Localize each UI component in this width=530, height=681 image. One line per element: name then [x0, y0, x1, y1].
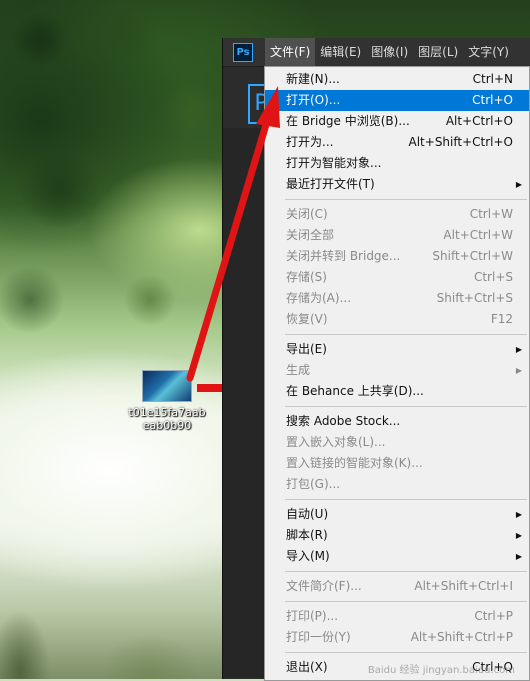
menu-item-label: 存储为(A)... — [286, 291, 352, 305]
tool-panel — [223, 128, 267, 678]
menu-item-browse-in-bridge[interactable]: 在 Bridge 中浏览(B)... Alt+Ctrl+O — [265, 111, 529, 132]
watermark-text: Baidu 经验 jingyan.baidu.com — [367, 665, 515, 676]
menu-item-label: 打开为... — [286, 135, 334, 149]
menu-item-new[interactable]: 新建(N)... Ctrl+N — [265, 69, 529, 90]
image-thumbnail-icon — [142, 370, 192, 402]
menu-item-print: 打印(P)... Ctrl+P — [265, 606, 529, 627]
submenu-arrow-icon: ▶ — [515, 510, 522, 519]
menu-item-open[interactable]: 打开(O)... Ctrl+O — [265, 90, 529, 111]
menu-item-automate[interactable]: 自动(U) ▶ — [265, 504, 529, 525]
menu-item-shortcut: Ctrl+P — [474, 609, 513, 623]
menu-item-shortcut: Alt+Shift+Ctrl+I — [414, 579, 513, 593]
desktop-file-icon[interactable]: t01e15fa7aabeab0b90 — [128, 370, 206, 432]
wallpaper-grass — [0, 590, 225, 679]
menu-item-close: 关闭(C) Ctrl+W — [265, 204, 529, 225]
menu-item-label: 关闭(C) — [286, 207, 328, 221]
menu-item-save-as: 存储为(A)... Shift+Ctrl+S — [265, 288, 529, 309]
menu-item-open-as-smart-object[interactable]: 打开为智能对象... — [265, 153, 529, 174]
menu-item-label: 导出(E) — [286, 342, 327, 356]
menu-item-shortcut: Alt+Ctrl+O — [445, 114, 513, 128]
menu-separator — [285, 334, 527, 335]
menu-item-shortcut: Alt+Shift+Ctrl+P — [410, 630, 513, 644]
menu-type[interactable]: 文字(Y) — [463, 38, 514, 66]
menu-separator — [285, 571, 527, 572]
menu-item-label: 导入(M) — [286, 549, 330, 563]
menu-item-label: 脚本(R) — [286, 528, 328, 542]
menu-item-label: 打印(P)... — [286, 609, 339, 623]
menu-bar: Ps 文件(F) 编辑(E) 图像(I) 图层(L) 文字(Y) — [223, 38, 530, 67]
menu-item-close-and-go-to-bridge: 关闭并转到 Bridge... Shift+Ctrl+W — [265, 246, 529, 267]
menu-item-label: 恢复(V) — [286, 312, 328, 326]
menu-item-shortcut: Alt+Shift+Ctrl+O — [408, 135, 513, 149]
menu-item-import[interactable]: 导入(M) ▶ — [265, 546, 529, 567]
submenu-arrow-icon: ▶ — [515, 531, 522, 540]
menu-separator — [285, 652, 527, 653]
menu-separator — [285, 199, 527, 200]
menu-item-label: 文件简介(F)... — [286, 579, 362, 593]
menu-item-scripts[interactable]: 脚本(R) ▶ — [265, 525, 529, 546]
menu-item-label: 关闭并转到 Bridge... — [286, 249, 401, 263]
menu-item-label: 在 Bridge 中浏览(B)... — [286, 114, 410, 128]
menu-item-recent-files[interactable]: 最近打开文件(T) ▶ — [265, 174, 529, 195]
menu-item-label: 打包(G)... — [286, 477, 341, 491]
menu-item-open-as[interactable]: 打开为... Alt+Shift+Ctrl+O — [265, 132, 529, 153]
menu-item-export[interactable]: 导出(E) ▶ — [265, 339, 529, 360]
desktop-file-label: t01e15fa7aabeab0b90 — [128, 406, 206, 432]
menu-item-shortcut: Ctrl+W — [469, 207, 513, 221]
menu-item-label: 置入嵌入对象(L)... — [286, 435, 386, 449]
menu-file[interactable]: 文件(F) — [265, 38, 316, 66]
photoshop-logo-icon: Ps — [233, 43, 253, 62]
menu-item-file-info: 文件简介(F)... Alt+Shift+Ctrl+I — [265, 576, 529, 597]
submenu-arrow-icon: ▶ — [515, 180, 522, 189]
menu-separator — [285, 406, 527, 407]
menu-item-label: 在 Behance 上共享(D)... — [286, 384, 424, 398]
menu-item-shortcut: Shift+Ctrl+S — [436, 291, 513, 305]
submenu-arrow-icon: ▶ — [515, 552, 522, 561]
menu-item-print-one-copy: 打印一份(Y) Alt+Shift+Ctrl+P — [265, 627, 529, 648]
menu-item-generate: 生成 ▶ — [265, 360, 529, 381]
menu-layer[interactable]: 图层(L) — [413, 38, 463, 66]
menu-item-revert: 恢复(V) F12 — [265, 309, 529, 330]
menu-item-close-all: 关闭全部 Alt+Ctrl+W — [265, 225, 529, 246]
menu-item-share-on-behance[interactable]: 在 Behance 上共享(D)... — [265, 381, 529, 402]
menu-separator — [285, 499, 527, 500]
menu-item-label: 打开为智能对象... — [286, 156, 382, 170]
submenu-arrow-icon: ▶ — [515, 345, 522, 354]
menu-item-save: 存储(S) Ctrl+S — [265, 267, 529, 288]
menu-image[interactable]: 图像(I) — [366, 38, 413, 66]
menu-item-label: 打开(O)... — [286, 93, 341, 107]
menu-item-label: 退出(X) — [286, 660, 328, 674]
menu-item-label: 搜索 Adobe Stock... — [286, 414, 401, 428]
menu-item-place-linked: 置入链接的智能对象(K)... — [265, 453, 529, 474]
menu-item-search-adobe-stock[interactable]: 搜索 Adobe Stock... — [265, 411, 529, 432]
menu-item-shortcut: Alt+Ctrl+W — [443, 228, 513, 242]
submenu-arrow-icon: ▶ — [515, 366, 522, 375]
menu-item-package: 打包(G)... — [265, 474, 529, 495]
menu-item-shortcut: Shift+Ctrl+W — [432, 249, 513, 263]
menu-item-label: 最近打开文件(T) — [286, 177, 375, 191]
menu-item-label: 置入链接的智能对象(K)... — [286, 456, 423, 470]
menu-item-shortcut: Ctrl+N — [472, 72, 513, 86]
menu-separator — [285, 601, 527, 602]
menu-item-place-embedded: 置入嵌入对象(L)... — [265, 432, 529, 453]
menu-item-shortcut: Ctrl+S — [473, 270, 513, 284]
menu-item-label: 存储(S) — [286, 270, 327, 284]
menu-item-label: 打印一份(Y) — [286, 630, 351, 644]
menu-item-label: 生成 — [286, 363, 311, 377]
file-menu-dropdown: 新建(N)... Ctrl+N 打开(O)... Ctrl+O 在 Bridge 中… — [264, 66, 530, 681]
menu-item-label: 自动(U) — [286, 507, 329, 521]
menu-item-label: 关闭全部 — [286, 228, 335, 242]
menu-item-label: 新建(N)... — [286, 72, 340, 86]
menu-item-shortcut: Ctrl+O — [472, 93, 513, 107]
menu-item-shortcut: F12 — [490, 312, 513, 326]
menu-edit[interactable]: 编辑(E) — [315, 38, 366, 66]
wallpaper-foliage — [0, 0, 230, 370]
